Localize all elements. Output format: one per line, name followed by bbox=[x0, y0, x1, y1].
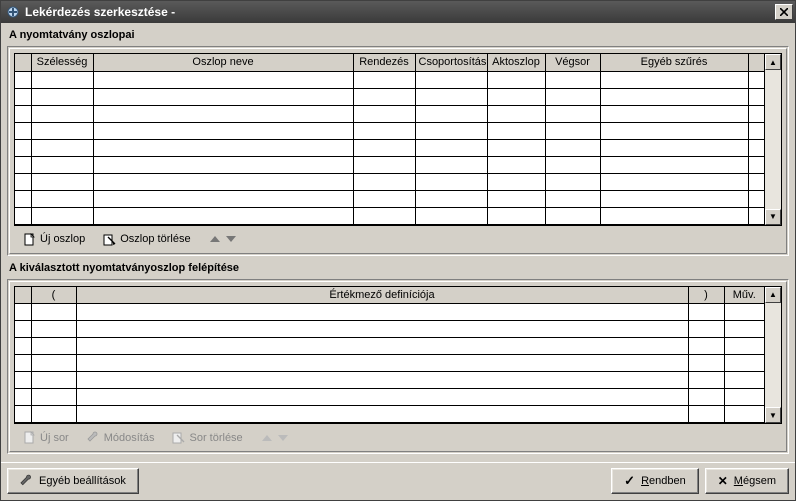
ok-label-underline: R bbox=[641, 475, 649, 487]
def-header-close[interactable]: ) bbox=[688, 287, 724, 304]
table-row[interactable] bbox=[15, 372, 764, 389]
other-settings-button[interactable]: Egyéb beállítások bbox=[7, 468, 139, 494]
titlebar: Lekérdezés szerkesztése - bbox=[1, 1, 795, 23]
col-header-endrow[interactable]: Végsor bbox=[545, 54, 600, 71]
cancel-label-rest: égsem bbox=[743, 475, 776, 487]
close-icon bbox=[780, 8, 788, 16]
table-row[interactable] bbox=[15, 139, 764, 156]
columns-grid-wrap: Szélesség Oszlop neve Rendezés Csoportos… bbox=[14, 53, 782, 226]
modify-button[interactable]: Módosítás bbox=[80, 428, 162, 447]
table-row[interactable] bbox=[15, 355, 764, 372]
def-header-op[interactable]: Műv. bbox=[724, 287, 764, 304]
table-row[interactable] bbox=[15, 190, 764, 207]
columns-scrollbar[interactable]: ▲ ▼ bbox=[764, 54, 781, 225]
delete-column-label: Oszlop törlése bbox=[120, 233, 190, 245]
ok-label-rest: endben bbox=[649, 475, 686, 487]
def-header-definition[interactable]: Értékmező definíciója bbox=[76, 287, 688, 304]
col-header-rowmark[interactable] bbox=[15, 54, 31, 71]
definition-scrollbar[interactable]: ▲ ▼ bbox=[764, 287, 781, 424]
table-row[interactable] bbox=[15, 406, 764, 423]
delete-column-button[interactable]: Oszlop törlése bbox=[96, 230, 197, 249]
columns-grid[interactable]: Szélesség Oszlop neve Rendezés Csoportos… bbox=[15, 54, 764, 225]
columns-toolbar: Új oszlop Oszlop törlése bbox=[14, 226, 782, 249]
modify-label: Módosítás bbox=[104, 432, 155, 444]
table-row[interactable] bbox=[15, 156, 764, 173]
table-row[interactable] bbox=[15, 321, 764, 338]
table-row[interactable] bbox=[15, 338, 764, 355]
delete-row-label: Sor törlése bbox=[189, 432, 242, 444]
close-button[interactable] bbox=[775, 4, 793, 20]
definition-grid-wrap: ( Értékmező definíciója ) Műv. bbox=[14, 286, 782, 425]
move-up-button[interactable] bbox=[262, 435, 272, 441]
definition-panel: ( Értékmező definíciója ) Műv. bbox=[7, 279, 789, 455]
query-editor-window: Lekérdezés szerkesztése - A nyomtatvány … bbox=[0, 0, 796, 501]
columns-section-label: A nyomtatvány oszlopai bbox=[7, 27, 789, 42]
col-header-actcol[interactable]: Aktoszlop bbox=[487, 54, 545, 71]
col-header-sort[interactable]: Rendezés bbox=[353, 54, 415, 71]
wrench-icon bbox=[20, 475, 33, 488]
new-icon bbox=[23, 233, 36, 246]
columns-panel: Szélesség Oszlop neve Rendezés Csoportos… bbox=[7, 46, 789, 256]
edit-delete-icon bbox=[172, 431, 185, 444]
check-icon: ✓ bbox=[624, 473, 635, 489]
table-row[interactable] bbox=[15, 173, 764, 190]
ok-button[interactable]: ✓ Rendben bbox=[611, 468, 699, 494]
edit-delete-icon bbox=[103, 233, 116, 246]
new-column-label: Új oszlop bbox=[40, 233, 85, 245]
definition-toolbar: Új sor Módosítás Sor törlése bbox=[14, 424, 782, 447]
col-header-tail[interactable] bbox=[748, 54, 764, 71]
col-header-filter[interactable]: Egyéb szűrés bbox=[600, 54, 748, 71]
window-title: Lekérdezés szerkesztése - bbox=[25, 5, 775, 19]
cancel-label-underline: M bbox=[734, 475, 743, 487]
scroll-track[interactable] bbox=[765, 303, 781, 408]
new-icon bbox=[23, 431, 36, 444]
col-header-name[interactable]: Oszlop neve bbox=[93, 54, 353, 71]
def-header-open[interactable]: ( bbox=[31, 287, 76, 304]
footer-bar: Egyéb beállítások ✓ Rendben ✕ Mégsem bbox=[1, 462, 795, 500]
new-row-button[interactable]: Új sor bbox=[16, 428, 76, 447]
definition-grid[interactable]: ( Értékmező definíciója ) Műv. bbox=[15, 287, 764, 424]
definition-section-label: A kiválasztott nyomtatványoszlop felépít… bbox=[7, 260, 789, 275]
scroll-down-button[interactable]: ▼ bbox=[765, 209, 781, 225]
table-row[interactable] bbox=[15, 122, 764, 139]
scroll-down-button[interactable]: ▼ bbox=[765, 407, 781, 423]
cancel-button[interactable]: ✕ Mégsem bbox=[705, 468, 789, 494]
table-row[interactable] bbox=[15, 71, 764, 88]
cross-icon: ✕ bbox=[718, 474, 728, 488]
table-row[interactable] bbox=[15, 105, 764, 122]
new-row-label: Új sor bbox=[40, 432, 69, 444]
col-header-width[interactable]: Szélesség bbox=[31, 54, 93, 71]
table-row[interactable] bbox=[15, 207, 764, 224]
scroll-up-button[interactable]: ▲ bbox=[765, 54, 781, 70]
app-icon bbox=[5, 4, 21, 20]
col-header-group[interactable]: Csoportosítás bbox=[415, 54, 487, 71]
move-down-button[interactable] bbox=[226, 236, 236, 242]
move-down-button[interactable] bbox=[278, 435, 288, 441]
scroll-track[interactable] bbox=[765, 70, 781, 209]
table-row[interactable] bbox=[15, 389, 764, 406]
delete-row-button[interactable]: Sor törlése bbox=[165, 428, 249, 447]
other-settings-label: Egyéb beállítások bbox=[39, 475, 126, 487]
wrench-icon bbox=[87, 431, 100, 444]
def-header-rowmark[interactable] bbox=[15, 287, 31, 304]
table-row[interactable] bbox=[15, 304, 764, 321]
table-row[interactable] bbox=[15, 88, 764, 105]
new-column-button[interactable]: Új oszlop bbox=[16, 230, 92, 249]
content-area: A nyomtatvány oszlopai Szélesség Oszlop … bbox=[1, 23, 795, 462]
scroll-up-button[interactable]: ▲ bbox=[765, 287, 781, 303]
move-up-button[interactable] bbox=[210, 236, 220, 242]
